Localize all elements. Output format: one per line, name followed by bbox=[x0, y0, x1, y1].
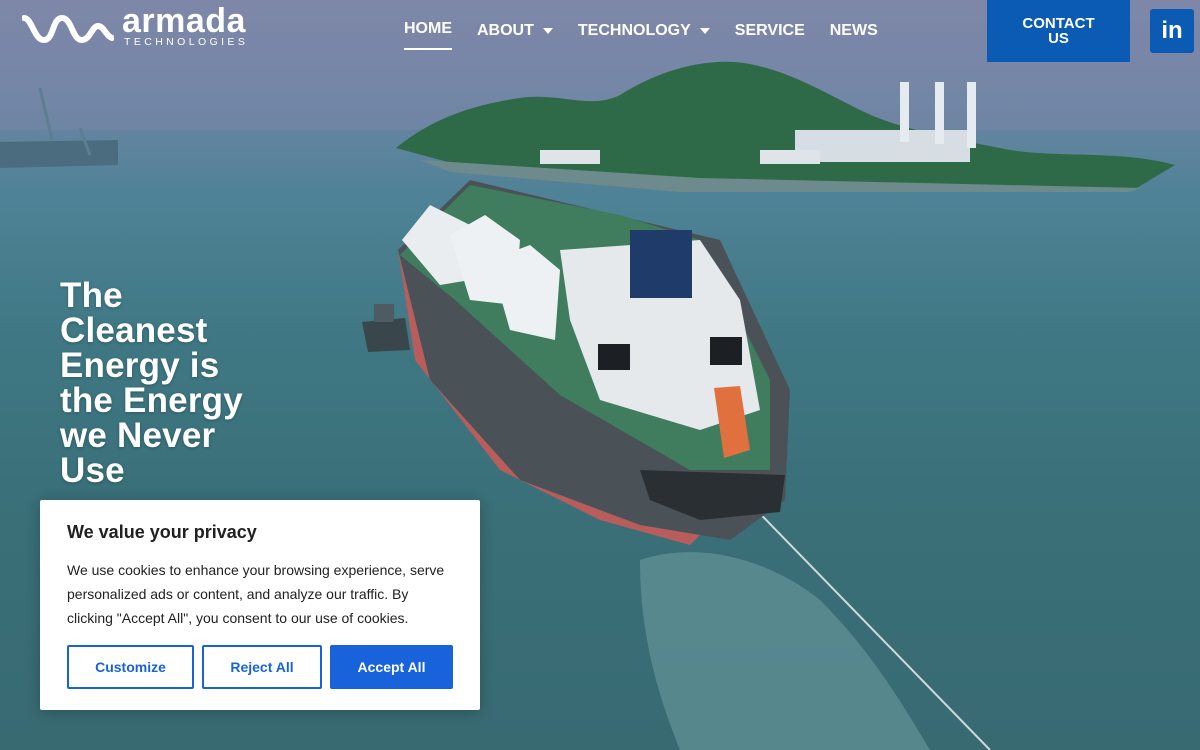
nav-item-label: ABOUT bbox=[477, 22, 534, 39]
nav-item-label: SERVICE bbox=[734, 22, 805, 39]
linkedin-button[interactable]: in bbox=[1150, 9, 1194, 53]
nav-item-label: HOME bbox=[404, 20, 452, 37]
brand-logo[interactable]: armada TECHNOLOGIES bbox=[22, 2, 245, 48]
nav-item-label: NEWS bbox=[829, 22, 878, 39]
nav-item-service[interactable]: SERVICE bbox=[735, 20, 805, 42]
nav-item-news[interactable]: NEWS bbox=[830, 20, 878, 42]
chevron-down-icon bbox=[699, 28, 710, 34]
hero-headline: The Cleanest Energy is the Energy we Nev… bbox=[60, 276, 243, 490]
chevron-down-icon bbox=[542, 28, 553, 34]
cookie-description: We use cookies to enhance your browsing … bbox=[67, 562, 445, 626]
nav-item-label: TECHNOLOGY bbox=[577, 22, 691, 39]
brand-tagline: TECHNOLOGIES bbox=[124, 36, 249, 48]
nav-item-about[interactable]: ABOUT bbox=[477, 20, 553, 42]
customize-label: Customize bbox=[95, 659, 166, 675]
main-nav: HOME ABOUT TECHNOLOGY SERVICE NEWS bbox=[404, 20, 903, 50]
contact-us-label: CONTACT US bbox=[1022, 15, 1095, 47]
accept-all-label: Accept All bbox=[357, 659, 426, 675]
reject-all-label: Reject All bbox=[230, 659, 294, 675]
linkedin-icon: in bbox=[1161, 17, 1183, 44]
nav-item-technology[interactable]: TECHNOLOGY bbox=[578, 20, 710, 42]
accept-all-button[interactable]: Accept All bbox=[330, 645, 453, 689]
customize-button[interactable]: Customize bbox=[67, 645, 194, 689]
logo-mark-icon bbox=[22, 14, 114, 44]
cookie-consent-banner: We value your privacy We use cookies to … bbox=[40, 500, 480, 710]
reject-all-button[interactable]: Reject All bbox=[202, 645, 322, 689]
contact-us-button[interactable]: CONTACT US bbox=[987, 0, 1130, 62]
cookie-title: We value your privacy bbox=[67, 522, 257, 542]
nav-item-home[interactable]: HOME bbox=[404, 20, 452, 50]
